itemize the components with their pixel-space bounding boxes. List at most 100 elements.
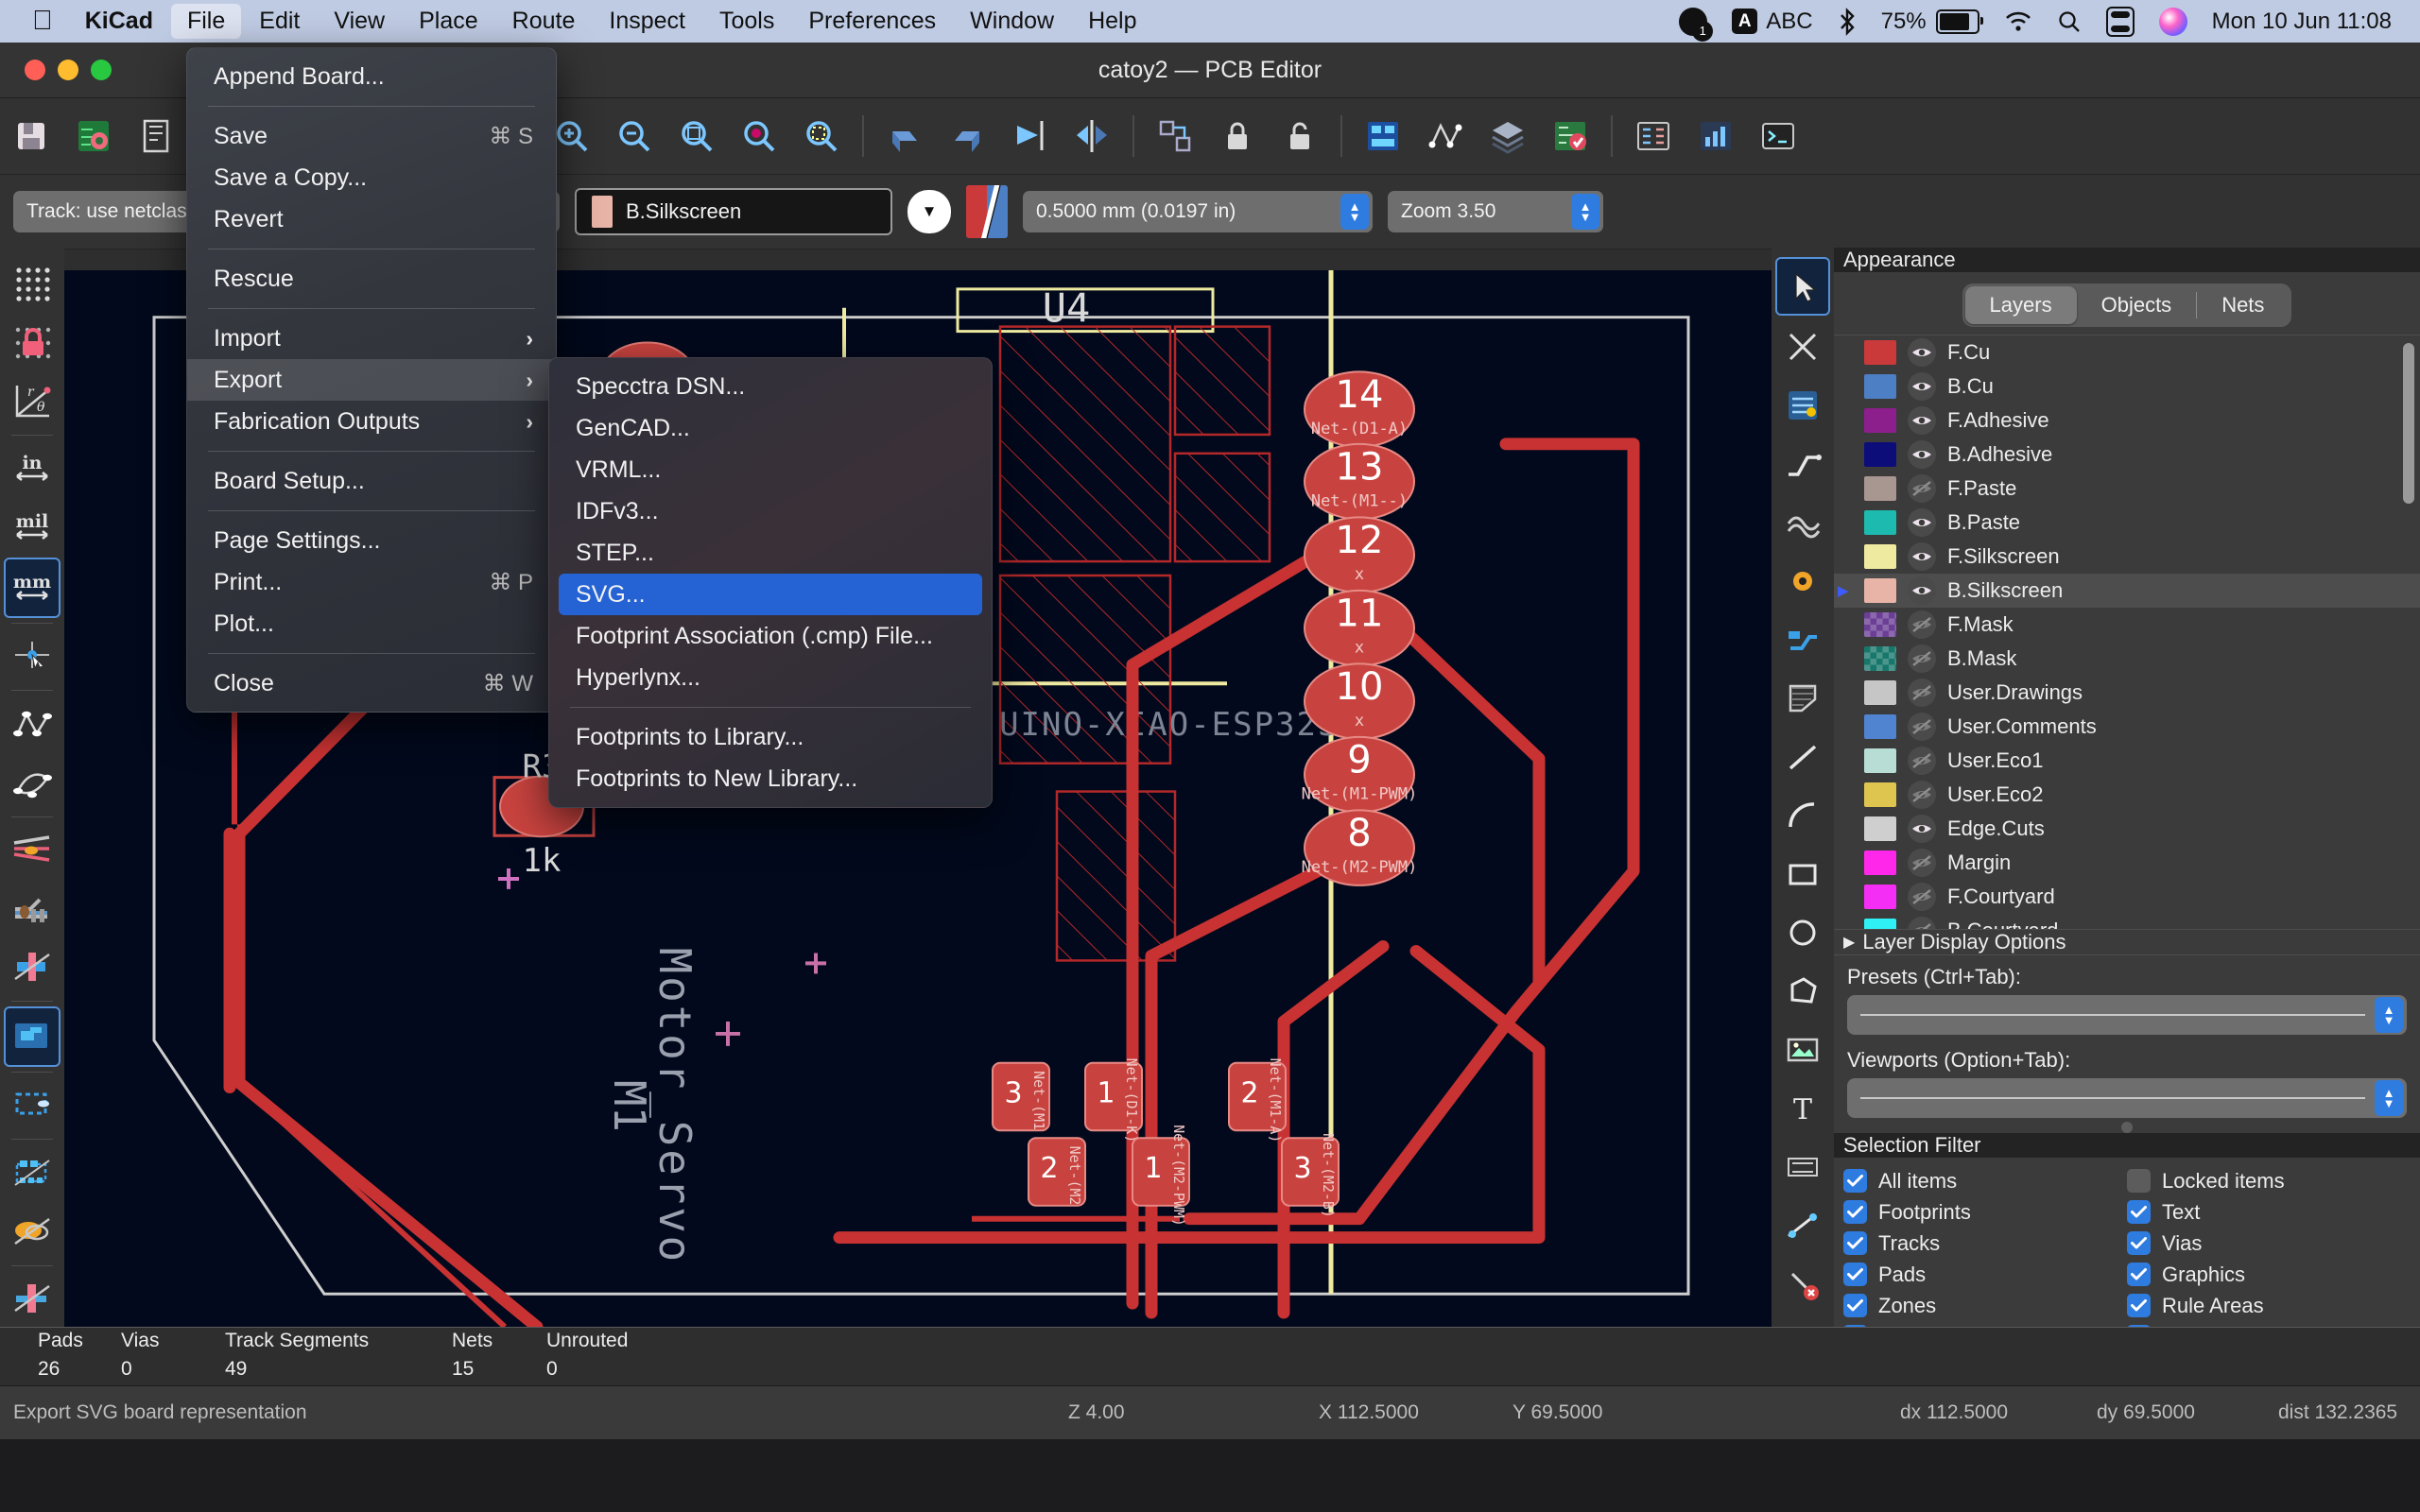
checkbox[interactable] bbox=[2127, 1169, 2151, 1193]
menu-item-hyperlynx[interactable]: Hyperlynx... bbox=[549, 657, 992, 698]
layer-row-user-comments[interactable]: User.Comments bbox=[1834, 710, 2420, 744]
pad[interactable]: 10 x bbox=[1304, 662, 1415, 740]
layer-display-options-toggle[interactable]: ▶ Layer Display Options bbox=[1834, 929, 2420, 955]
viewports-combo[interactable]: ▲ ▼ bbox=[1847, 1078, 2407, 1118]
pad[interactable]: 14 Net-(D1-A) bbox=[1304, 370, 1415, 448]
layer-color-swatch[interactable] bbox=[1864, 442, 1896, 467]
layer-row-f-mask[interactable]: F.Mask bbox=[1834, 608, 2420, 642]
layer-row-b-adhesive[interactable]: B.Adhesive bbox=[1834, 438, 2420, 472]
grid-stepper[interactable]: ▲ ▼ bbox=[1340, 194, 1369, 230]
checkbox[interactable] bbox=[1843, 1200, 1867, 1224]
add-rectangle-icon[interactable] bbox=[1777, 847, 1828, 902]
show-tracks-sketch-icon[interactable] bbox=[6, 881, 59, 937]
cursor-fullscreen-icon[interactable] bbox=[6, 628, 59, 685]
units-mils-icon[interactable]: mil bbox=[6, 499, 59, 556]
export-submenu[interactable]: Specctra DSN... GenCAD... VRML... IDFv3... S… bbox=[548, 357, 993, 808]
tab-nets[interactable]: Nets bbox=[2197, 286, 2289, 324]
save-icon[interactable] bbox=[5, 110, 58, 163]
footprint-editor-icon[interactable] bbox=[1357, 110, 1409, 163]
lock-icon[interactable] bbox=[1211, 110, 1264, 163]
file-menu[interactable]: Append Board... Save ⌘ S Save a Copy... Reve… bbox=[186, 47, 557, 713]
menu-item-gencad[interactable]: GenCAD... bbox=[549, 407, 992, 449]
layer-visibility-toggle[interactable] bbox=[1908, 713, 1936, 741]
units-mm-icon[interactable]: mm bbox=[4, 557, 60, 619]
menu-item-rescue[interactable]: Rescue bbox=[187, 258, 556, 300]
notification-badge-icon[interactable]: 1 bbox=[1679, 7, 1714, 42]
local-ratsnest-icon[interactable] bbox=[1777, 319, 1828, 374]
zone-outline-icon[interactable] bbox=[6, 1077, 59, 1134]
layer-row-edge-cuts[interactable]: Edge.Cuts bbox=[1834, 812, 2420, 846]
menubar-item-help[interactable]: Help bbox=[1072, 4, 1152, 39]
menubar-item-view[interactable]: View bbox=[318, 4, 401, 39]
layer-pair-icon[interactable] bbox=[966, 185, 1008, 238]
add-circle-icon[interactable] bbox=[1777, 905, 1828, 960]
pad[interactable]: 2 Net-(M2 bbox=[1028, 1137, 1086, 1207]
layer-row-f-paste[interactable]: F.Paste bbox=[1834, 472, 2420, 506]
tab-objects[interactable]: Objects bbox=[2077, 286, 2197, 324]
add-zone-icon[interactable] bbox=[1777, 671, 1828, 726]
layer-visibility-toggle[interactable] bbox=[1908, 338, 1936, 367]
layer-row-f-cu[interactable]: F.Cu bbox=[1834, 335, 2420, 369]
layer-color-swatch[interactable] bbox=[1864, 714, 1896, 739]
menubar-item-place[interactable]: Place bbox=[403, 4, 494, 39]
apple-logo-icon[interactable]:  bbox=[32, 8, 53, 35]
menu-item-footprints-to-new-library[interactable]: Footprints to New Library... bbox=[549, 758, 992, 799]
checkbox[interactable] bbox=[2127, 1200, 2151, 1224]
ratsnest-curved-icon[interactable] bbox=[6, 754, 59, 811]
layer-row-b-mask[interactable]: B.Mask bbox=[1834, 642, 2420, 676]
layer-visibility-toggle[interactable] bbox=[1908, 372, 1936, 401]
checkbox[interactable] bbox=[1843, 1294, 1867, 1317]
add-arc-icon[interactable] bbox=[1777, 788, 1828, 843]
menu-item-idfv3[interactable]: IDFv3... bbox=[549, 490, 992, 532]
layer-row-user-eco2[interactable]: User.Eco2 bbox=[1834, 778, 2420, 812]
control-center-icon[interactable] bbox=[2105, 6, 2135, 37]
pad[interactable]: 3 Net-(M2-B) bbox=[1281, 1133, 1340, 1218]
layer-color-swatch[interactable] bbox=[1864, 816, 1896, 841]
add-dimension-icon[interactable] bbox=[1777, 1140, 1828, 1194]
polar-coords-icon[interactable]: rθ bbox=[6, 372, 59, 429]
zoom-out-icon[interactable] bbox=[608, 110, 661, 163]
pad[interactable]: 9 Net-(M1-PWM) bbox=[1302, 735, 1418, 814]
menu-item-page-settings[interactable]: Page Settings... bbox=[187, 520, 556, 561]
layer-row-f-adhesive[interactable]: F.Adhesive bbox=[1834, 404, 2420, 438]
menu-item-fabrication-outputs[interactable]: Fabrication Outputs › bbox=[187, 401, 556, 442]
layer-color-swatch[interactable] bbox=[1864, 340, 1896, 365]
presets-combo[interactable]: ▲ ▼ bbox=[1847, 995, 2407, 1035]
pad[interactable]: 8 Net-(M2-PWM) bbox=[1302, 809, 1418, 886]
layer-visibility-toggle[interactable] bbox=[1908, 883, 1936, 911]
grid-selector[interactable]: 0.5000 mm (0.0197 in) ▲ ▼ bbox=[1023, 191, 1373, 232]
menu-item-append-board[interactable]: Append Board... bbox=[187, 56, 556, 97]
checkbox[interactable] bbox=[2127, 1294, 2151, 1317]
filter-pads[interactable]: Pads bbox=[1843, 1259, 2127, 1290]
search-icon[interactable] bbox=[2057, 9, 2082, 34]
drc-icon[interactable] bbox=[1544, 110, 1597, 163]
group-icon[interactable] bbox=[1149, 110, 1201, 163]
zoom-stepper[interactable]: ▲ ▼ bbox=[1571, 194, 1599, 230]
show-vias-sketch-icon[interactable] bbox=[6, 939, 59, 996]
layer-visibility-toggle[interactable] bbox=[1908, 474, 1936, 503]
pad[interactable]: 12 x bbox=[1304, 516, 1415, 593]
layer-color-swatch[interactable] bbox=[1864, 748, 1896, 773]
tune-length-icon[interactable] bbox=[1777, 554, 1828, 609]
layers-icon[interactable] bbox=[1481, 110, 1534, 163]
layer-visibility-toggle[interactable] bbox=[1908, 542, 1936, 571]
chevron-down-icon[interactable]: ▼ bbox=[908, 190, 951, 233]
layer-visibility-toggle[interactable] bbox=[1908, 644, 1936, 673]
menu-item-save[interactable]: Save ⌘ S bbox=[187, 115, 556, 157]
menu-item-step[interactable]: STEP... bbox=[549, 532, 992, 574]
menu-item-print[interactable]: Print... ⌘ P bbox=[187, 561, 556, 603]
layer-color-swatch[interactable] bbox=[1864, 680, 1896, 705]
pad[interactable]: 2 Net-(M1-A) bbox=[1228, 1058, 1287, 1143]
close-window-button[interactable] bbox=[25, 60, 45, 80]
siri-icon[interactable] bbox=[2158, 7, 2187, 36]
menu-item-specctra-dsn[interactable]: Specctra DSN... bbox=[549, 366, 992, 407]
layer-row-f-silkscreen[interactable]: F.Silkscreen bbox=[1834, 540, 2420, 574]
layer-color-swatch[interactable] bbox=[1864, 578, 1896, 603]
layer-color-swatch[interactable] bbox=[1864, 612, 1896, 637]
pad[interactable]: 3 Net-(M1 bbox=[992, 1061, 1050, 1132]
presets-stepper[interactable]: ▲ ▼ bbox=[2375, 997, 2403, 1033]
menu-item-board-setup[interactable]: Board Setup... bbox=[187, 460, 556, 502]
layer-color-swatch[interactable] bbox=[1864, 374, 1896, 399]
menubar-item-window[interactable]: Window bbox=[954, 4, 1070, 39]
layer-color-swatch[interactable] bbox=[1864, 544, 1896, 569]
